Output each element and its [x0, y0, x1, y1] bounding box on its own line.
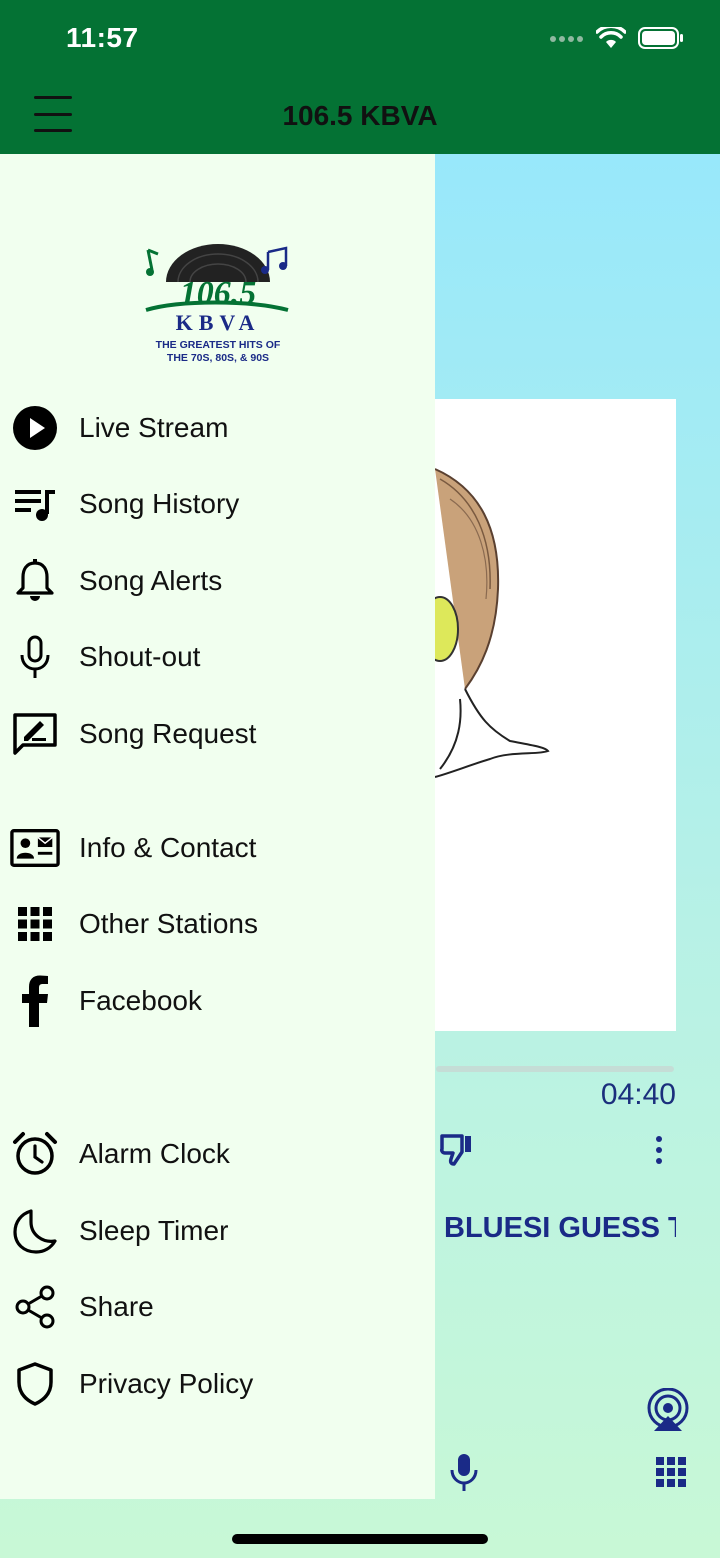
share-icon — [10, 1282, 60, 1332]
drawer-item-label: Facebook — [79, 985, 202, 1016]
hamburger-icon — [34, 96, 72, 99]
drawer-item-label: Share — [79, 1291, 154, 1322]
drawer-item-info-contact[interactable]: Info & Contact — [0, 816, 435, 880]
drawer-item-shout-out[interactable]: Shout-out — [0, 625, 435, 689]
drawer-item-label: Live Stream — [79, 412, 229, 443]
album-artwork — [420, 399, 676, 1031]
bell-icon — [10, 556, 60, 606]
drawer-item-facebook[interactable]: Facebook — [0, 969, 435, 1033]
drawer-item-label: Song Alerts — [79, 565, 223, 596]
alarm-clock-icon — [10, 1129, 60, 1179]
status-bar: 11:57 — [0, 0, 720, 80]
logo-callsign: KBVA — [176, 310, 261, 335]
grid-icon[interactable] — [655, 1456, 687, 1488]
drawer-item-live-stream[interactable]: Live Stream — [0, 396, 435, 460]
status-time: 11:57 — [66, 22, 139, 53]
contact-card-icon — [10, 823, 60, 873]
playback-progress-bar[interactable] — [436, 1066, 674, 1072]
drawer-item-alarm-clock[interactable]: Alarm Clock — [0, 1122, 435, 1186]
wifi-icon — [596, 27, 626, 48]
drawer-item-song-history[interactable]: Song History — [0, 472, 435, 536]
drawer-item-label: Info & Contact — [79, 832, 257, 863]
cellular-signal-icon — [550, 36, 583, 42]
more-options-icon[interactable] — [646, 1134, 672, 1166]
drawer-item-song-alerts[interactable]: Song Alerts — [0, 549, 435, 613]
drawer-item-label: Privacy Policy — [79, 1368, 254, 1399]
logo-frequency: 106.5 — [180, 275, 257, 312]
play-circle-icon — [10, 403, 60, 453]
station-logo: 106.5 KBVA THE GREATEST HITS OF THE 70S,… — [145, 244, 289, 364]
drawer-item-label: Song Request — [79, 718, 257, 749]
album-artwork-image — [421, 468, 550, 778]
edit-message-icon — [10, 709, 60, 759]
status-icons — [550, 26, 684, 50]
drawer-item-other-stations[interactable]: Other Stations — [0, 892, 435, 956]
drawer-item-sleep-timer[interactable]: Sleep Timer — [0, 1199, 435, 1263]
battery-icon — [638, 27, 683, 49]
drawer-item-label: Alarm Clock — [79, 1138, 230, 1169]
logo-tagline-2: THE 70S, 80S, & 90S — [167, 352, 269, 364]
drawer-item-label: Song History — [79, 488, 240, 519]
track-duration: 04:40 — [600, 1078, 676, 1111]
microphone-icon[interactable] — [448, 1452, 480, 1492]
navigation-drawer: 106.5 KBVA THE GREATEST HITS OF THE 70S,… — [0, 154, 435, 1499]
drawer-item-song-request[interactable]: Song Request — [0, 702, 435, 766]
microphone-icon — [10, 632, 60, 682]
now-playing-title: BLUESI GUESS THAT'S WHY THEY CALL IT THE… — [444, 1212, 676, 1244]
drawer-item-privacy-policy[interactable]: Privacy Policy — [0, 1352, 435, 1416]
page-title: 106.5 KBVA — [282, 100, 438, 131]
app-bar: 106.5 KBVA — [0, 80, 720, 154]
thumbs-down-icon[interactable] — [438, 1132, 474, 1166]
logo-tagline-1: THE GREATEST HITS OF — [156, 339, 281, 351]
drawer-item-label: Sleep Timer — [79, 1215, 229, 1246]
drawer-item-share[interactable]: Share — [0, 1275, 435, 1339]
moon-icon — [10, 1206, 60, 1256]
home-indicator[interactable] — [232, 1534, 488, 1544]
playlist-icon — [10, 479, 60, 529]
grid-icon — [10, 899, 60, 949]
drawer-item-label: Other Stations — [79, 908, 258, 939]
shield-icon — [10, 1359, 60, 1409]
facebook-icon — [10, 975, 60, 1027]
drawer-item-label: Shout-out — [79, 641, 201, 672]
airplay-icon[interactable] — [644, 1388, 692, 1432]
